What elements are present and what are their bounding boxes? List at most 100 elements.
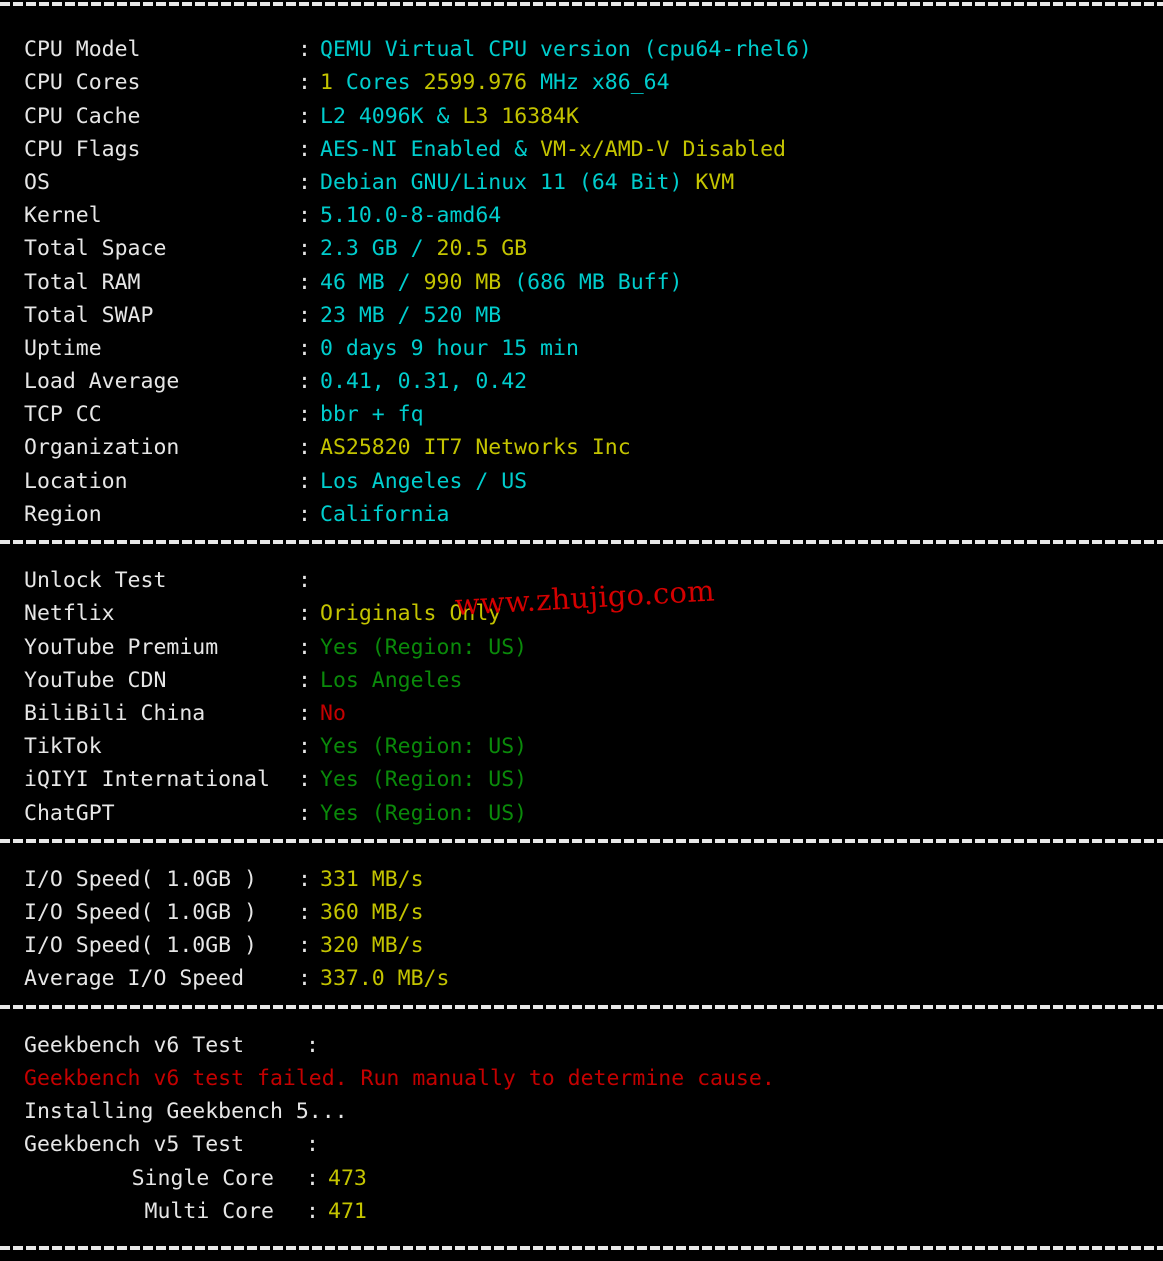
separator-bottom xyxy=(0,1228,1163,1261)
terminal-row: TCP CC: bbr + fq xyxy=(0,398,1163,431)
terminal-row: I/O Speed( 1.0GB ):320 MB/s xyxy=(0,929,1163,962)
row-value: AES-NI Enabled xyxy=(320,136,502,162)
section-unlock-test: Unlock Test: Netflix: Originals Only YouTub… xyxy=(0,564,1163,830)
row-value: (686 MB Buff) xyxy=(501,269,683,295)
dashed-rule xyxy=(0,2,1163,6)
row-colon: : xyxy=(298,136,311,162)
row-value: Debian GNU/Linux 11 (64 Bit) xyxy=(320,169,696,195)
row-label: Average I/O Speed xyxy=(24,966,245,992)
row-colon: : xyxy=(298,335,311,361)
row-value: California xyxy=(320,501,450,527)
terminal-output: CPU Model: QEMU Virtual CPU version (cpu6… xyxy=(0,0,1163,1250)
terminal-row: I/O Speed( 1.0GB ):360 MB/s xyxy=(0,896,1163,929)
row-label: Total SWAP xyxy=(24,302,154,328)
terminal-row: Multi Core:471 xyxy=(0,1195,1163,1228)
terminal-row: Geekbench v6 Test: xyxy=(0,1029,1163,1062)
row-colon: : xyxy=(298,402,311,428)
row-label: TCP CC xyxy=(24,402,102,428)
row-value: VM-x/AMD-V Disabled xyxy=(540,136,787,162)
row-colon: : xyxy=(298,435,311,461)
terminal-row: iQIYI International: Yes (Region: US) xyxy=(0,763,1163,796)
terminal-row: Single Core:473 xyxy=(0,1162,1163,1195)
row-value: 2.3 GB xyxy=(320,236,398,262)
row-colon: : xyxy=(298,734,311,760)
terminal-row: Organization: AS25820 IT7 Networks Inc xyxy=(0,431,1163,464)
section-system-info: CPU Model: QEMU Virtual CPU version (cpu6… xyxy=(0,33,1163,531)
row-colon: : xyxy=(298,70,311,96)
row-label: YouTube CDN xyxy=(24,667,167,693)
section-io-speed: I/O Speed( 1.0GB ):331 MB/s I/O Speed( 1.… xyxy=(0,863,1163,996)
separator-after-io-speed xyxy=(0,996,1163,1029)
terminal-row: CPU Cache: L2 4096K & L3 16384K xyxy=(0,100,1163,133)
row-value: L2 xyxy=(320,103,359,129)
row-value: 4096K xyxy=(358,103,424,129)
row-label: I/O Speed( 1.0GB ) xyxy=(24,900,257,926)
row-label: Single Core xyxy=(131,1165,274,1191)
row-label: Total Space xyxy=(24,236,167,262)
separator-after-unlock-test xyxy=(0,830,1163,863)
row-colon: : xyxy=(298,966,311,992)
row-label: Geekbench v5 Test xyxy=(24,1132,245,1158)
row-label: CPU Cores xyxy=(24,70,141,96)
row-label: Organization xyxy=(24,435,180,461)
geekbench-error-message: Geekbench v6 test failed. Run manually t… xyxy=(24,1066,775,1091)
row-value: 46 MB xyxy=(320,269,385,295)
row-label: CPU Flags xyxy=(24,136,141,162)
row-colon: : xyxy=(298,800,311,826)
dashed-rule xyxy=(0,838,1163,843)
row-colon: : xyxy=(306,1198,319,1224)
terminal-row: CPU Model: QEMU Virtual CPU version (cpu6… xyxy=(0,33,1163,66)
row-value: 320 MB/s xyxy=(320,933,424,959)
row-value: 0 days 9 hour 15 min xyxy=(320,335,579,361)
row-label: I/O Speed( 1.0GB ) xyxy=(24,866,257,892)
terminal-row: I/O Speed( 1.0GB ):331 MB/s xyxy=(0,863,1163,896)
row-value: 331 MB/s xyxy=(320,866,424,892)
row-colon: : xyxy=(298,866,311,892)
row-value: Los Angeles xyxy=(320,667,463,693)
row-colon: : xyxy=(298,369,311,395)
row-label: Location xyxy=(24,468,128,494)
row-value: 2599.976 xyxy=(423,70,528,96)
terminal-row: Load Average:0.41, 0.31, 0.42 xyxy=(0,365,1163,398)
row-value: Cores xyxy=(332,70,424,96)
row-value: 5.10.0-8-amd64 xyxy=(320,203,502,229)
terminal-row: ChatGPT: Yes (Region: US) xyxy=(0,797,1163,830)
row-label: ChatGPT xyxy=(24,800,115,826)
separator-after-system-info xyxy=(0,531,1163,564)
terminal-row: Geekbench v5 Test: xyxy=(0,1128,1163,1161)
row-value: Yes (Region: US) xyxy=(320,767,528,793)
terminal-row: Region: California xyxy=(0,498,1163,531)
row-label: Geekbench v6 Test xyxy=(24,1032,245,1058)
row-value: bbr + fq xyxy=(320,402,424,428)
row-value: 23 MB / 520 MB xyxy=(320,302,502,328)
row-value: Yes (Region: US) xyxy=(320,634,528,660)
row-label: CPU Cache xyxy=(24,103,141,129)
row-colon: : xyxy=(298,667,311,693)
row-label: OS xyxy=(24,169,50,195)
row-value: L3 16384K xyxy=(462,103,579,129)
section-geekbench: Geekbench v6 Test: Geekbench v6 test fail… xyxy=(0,1029,1163,1228)
row-label: BiliBili China xyxy=(24,700,206,726)
dashed-rule xyxy=(0,1004,1163,1009)
row-label: Unlock Test xyxy=(24,568,167,594)
terminal-row: OS: Debian GNU/Linux 11 (64 Bit) KVM xyxy=(0,166,1163,199)
row-colon: : xyxy=(306,1032,319,1058)
row-colon: : xyxy=(298,103,311,129)
row-value: 337.0 MB/s xyxy=(320,966,450,992)
row-colon: : xyxy=(298,468,311,494)
row-label: Netflix xyxy=(24,601,115,627)
row-colon: : xyxy=(298,568,311,594)
row-value: & xyxy=(501,136,541,162)
terminal-row: BiliBili China: No xyxy=(0,697,1163,730)
row-colon: : xyxy=(298,203,311,229)
terminal-row: Total SWAP:23 MB / 520 MB xyxy=(0,299,1163,332)
terminal-row: CPU Flags: AES-NI Enabled & VM-x/AMD-V Di… xyxy=(0,133,1163,166)
row-value: 0.41, 0.31, 0.42 xyxy=(320,369,528,395)
row-value: Originals Only xyxy=(320,601,502,627)
row-colon: : xyxy=(306,1165,319,1191)
row-colon: : xyxy=(298,700,311,726)
terminal-row: Average I/O Speed:337.0 MB/s xyxy=(0,962,1163,995)
row-colon: : xyxy=(298,269,311,295)
row-colon: : xyxy=(298,236,311,262)
row-label: YouTube Premium xyxy=(24,634,219,660)
